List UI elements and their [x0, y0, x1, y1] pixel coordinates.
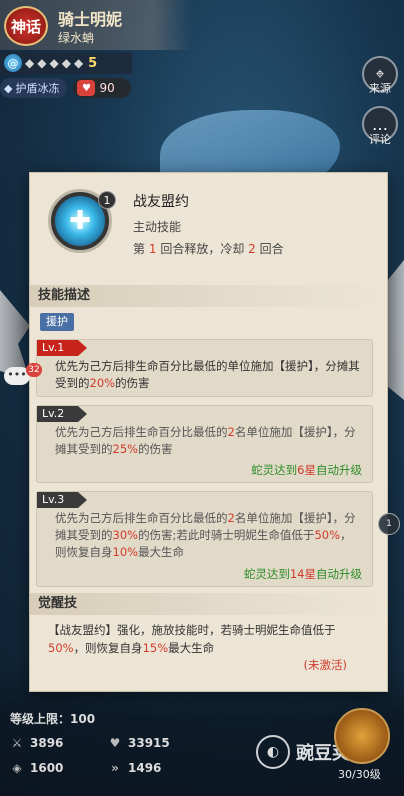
level-2-label: Lv.2 [37, 406, 87, 422]
skill-name: 战友盟约 [133, 194, 189, 210]
comment-label: 评论 [369, 133, 391, 146]
defense-stat: ◈ 1600 [10, 761, 63, 775]
star-count: 5 [88, 55, 98, 71]
like-count: 90 [99, 81, 115, 95]
right-side-badge[interactable]: 1 [378, 513, 400, 535]
skill-type: 主动技能 [133, 220, 182, 234]
defense-value: 1600 [30, 761, 64, 775]
skill-count-badge: 1 [98, 191, 116, 209]
awaken-skill-header: 觉醒技 [30, 593, 387, 615]
pea-pod-logo-icon: ◐ [256, 735, 290, 769]
heart-icon: ♥ [109, 736, 121, 750]
star-icon: ◆ [25, 56, 35, 70]
speed-stat: » 1496 [108, 761, 161, 775]
level-1-description: 优先为己方后排生命百分比最低的单位施加【援护】，分摊其受到的20%的伤害 [55, 359, 360, 390]
hero-header: 神话 骑士明妮 绿水蚺 [0, 0, 192, 50]
like-button[interactable]: ♥ 90 [73, 78, 132, 98]
attack-stat: ⚔ 3896 [10, 736, 64, 750]
star-icon: ◆ [37, 56, 47, 70]
tag-row: ◆ 护盾冰冻 ♥ 90 [0, 78, 132, 98]
chat-dots-icon: ••• [7, 368, 27, 381]
fate-orb-button[interactable] [334, 708, 390, 764]
shield-cross-icon: ✚ [55, 196, 105, 246]
skill-cooldown: 第 1 回合释放，冷却 2 回合 [133, 242, 284, 256]
thumbs-up-icon: ♥ [77, 80, 96, 96]
chat-count-badge: 32 [26, 363, 42, 377]
star-icon: ◆ [73, 56, 84, 70]
sword-icon: ⚔ [11, 736, 23, 750]
star-row: @ ◆ ◆ ◆ ◆ ◆ 5 [0, 52, 132, 74]
hero-subtitle: 绿水蚺 [58, 31, 95, 45]
level-1-card: Lv.1 优先为己方后排生命百分比最低的单位施加【援护】，分摊其受到的20%的伤… [36, 339, 373, 397]
boot-icon: » [111, 761, 119, 775]
hp-stat: ♥ 33915 [108, 736, 170, 750]
assist-tag: 援护 [40, 313, 74, 331]
skill-detail-popup: ✚ 1 战友盟约 主动技能 第 1 回合释放，冷却 2 回合 技能描述 援护 L… [29, 172, 388, 692]
star-icon: ◆ [49, 56, 59, 70]
shield-icon: ◆ [4, 81, 13, 95]
awaken-skill-description: 【战友盟约】强化，施放技能时，若骑士明妮生命值低于50%，则恢复自身15%最大生… [48, 623, 336, 655]
water-swirl-icon: @ [4, 54, 22, 72]
star-icon: ◆ [61, 56, 71, 70]
skill-description-header: 技能描述 [30, 285, 387, 307]
level-1-label: Lv.1 [37, 340, 87, 356]
level-cap: 等级上限：100 [10, 712, 96, 726]
shield-tag-label: 护盾冰冻 [15, 82, 60, 95]
hero-name: 骑士明妮 [58, 10, 123, 29]
attack-value: 3896 [30, 736, 64, 750]
level-progress: 30/30级 [338, 768, 381, 781]
level-3-description: 优先为己方后排生命百分比最低的2名单位施加【援护】，分摊其受到的30%的伤害;若… [55, 511, 356, 559]
level-2-card: Lv.2 优先为己方后排生命百分比最低的2名单位施加【援护】，分摊其受到的25%… [36, 405, 373, 483]
speed-value: 1496 [128, 761, 162, 775]
source-label: 来源 [369, 82, 391, 95]
level-2-upgrade-condition: 蛇灵达到6星自动升级 [251, 463, 362, 477]
awaken-status: (未激活) [303, 658, 347, 672]
level-3-card: Lv.3 优先为己方后排生命百分比最低的2名单位施加【援护】，分摊其受到的30%… [36, 491, 373, 587]
hp-value: 33915 [128, 736, 170, 750]
rank-badge: 神话 [4, 6, 48, 46]
level-3-upgrade-condition: 蛇灵达到14星自动升级 [243, 567, 362, 581]
level-3-label: Lv.3 [37, 492, 87, 508]
level-2-description: 优先为己方后排生命百分比最低的2名单位施加【援护】，分摊其受到的25%的伤害 [55, 425, 356, 456]
shield-freeze-tag[interactable]: ◆ 护盾冰冻 [0, 78, 68, 98]
shield-icon: ◈ [12, 761, 22, 775]
